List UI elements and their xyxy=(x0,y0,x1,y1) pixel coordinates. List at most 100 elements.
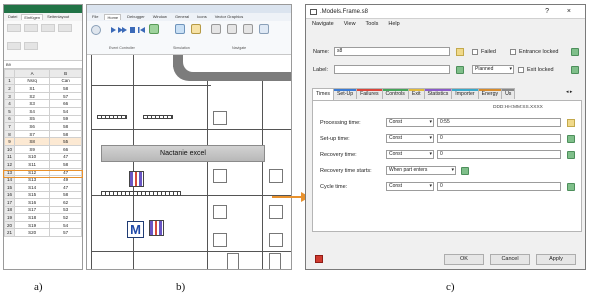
tab-home[interactable]: Home xyxy=(104,14,122,20)
cell[interactable]: 47 xyxy=(49,152,82,162)
row-number[interactable]: 10 xyxy=(4,144,15,154)
station[interactable] xyxy=(213,111,227,125)
station[interactable] xyxy=(269,233,283,247)
cell[interactable]: 58 xyxy=(49,84,82,93)
model-icon[interactable] xyxy=(175,24,185,34)
open-origin-icon[interactable] xyxy=(227,24,237,34)
cell[interactable]: S10 xyxy=(13,152,51,162)
failed-inherit-icon[interactable] xyxy=(571,48,579,56)
station[interactable] xyxy=(213,169,227,183)
tab-energy[interactable]: Energy xyxy=(477,88,503,99)
font-button[interactable] xyxy=(24,24,38,32)
station[interactable] xyxy=(269,205,283,219)
entrance-locked-checkbox[interactable] xyxy=(510,49,516,55)
inherit-icon[interactable] xyxy=(567,134,575,143)
cell[interactable]: 57 xyxy=(49,228,82,238)
edit-icon[interactable] xyxy=(567,118,575,127)
row-number[interactable]: 2 xyxy=(4,84,15,93)
station[interactable] xyxy=(269,169,283,183)
ok-button[interactable]: OK xyxy=(444,254,484,265)
station[interactable] xyxy=(213,233,227,247)
cell[interactable]: 58 xyxy=(49,160,82,169)
cell[interactable]: S5 xyxy=(13,114,51,124)
cell[interactable]: 58 xyxy=(49,122,82,131)
cell[interactable]: 66 xyxy=(49,99,82,108)
tab-times[interactable]: Times xyxy=(312,88,334,100)
conveyor[interactable] xyxy=(97,115,127,119)
tab-file[interactable]: File xyxy=(90,14,100,20)
align-button[interactable] xyxy=(58,24,72,32)
cell[interactable]: 66 xyxy=(49,144,82,154)
cell[interactable]: S18 xyxy=(13,213,51,222)
tab-debugger[interactable]: Debugger xyxy=(125,14,147,20)
time-value-field[interactable]: 0 xyxy=(437,134,561,143)
row-number[interactable]: 5 xyxy=(4,106,15,116)
name-box[interactable]: B9 xyxy=(4,61,82,69)
tab-vector-graphics[interactable]: Vector Graphics xyxy=(213,14,245,20)
tab-failures[interactable]: Failures xyxy=(356,88,383,99)
cell[interactable]: S15 xyxy=(13,190,51,200)
time-type-dropdown[interactable]: Const ▾ xyxy=(386,150,434,159)
column-header-a[interactable]: A xyxy=(13,69,51,78)
label-inherit-icon[interactable] xyxy=(456,66,464,74)
row-number[interactable]: 6 xyxy=(4,114,15,124)
cell[interactable]: S3 xyxy=(13,99,51,108)
open-2d-icon[interactable] xyxy=(243,24,253,34)
reset-icon[interactable] xyxy=(149,24,159,34)
format-button[interactable] xyxy=(7,42,21,50)
excel-tab-layout[interactable]: Seitenlayout xyxy=(45,14,71,20)
cell[interactable]: S7 xyxy=(13,129,51,139)
row-number[interactable]: 7 xyxy=(4,122,15,131)
time-type-dropdown[interactable]: Const ▾ xyxy=(386,182,434,191)
corner-cell[interactable] xyxy=(4,69,15,78)
row-number[interactable]: 17 xyxy=(4,198,15,207)
label-field[interactable] xyxy=(334,65,450,74)
row-number[interactable]: 12 xyxy=(4,160,15,169)
name-browse-icon[interactable] xyxy=(456,48,464,56)
row-number[interactable]: 18 xyxy=(4,205,15,215)
menu-view[interactable]: View xyxy=(344,21,356,27)
station[interactable] xyxy=(269,253,281,269)
tab-exit[interactable]: Exit xyxy=(407,88,425,99)
table-file-icon[interactable] xyxy=(129,171,144,187)
cell[interactable]: 59 xyxy=(49,114,82,124)
stop-icon[interactable] xyxy=(315,255,323,263)
conveyor[interactable] xyxy=(101,191,181,196)
styles-button[interactable] xyxy=(24,42,38,50)
cell[interactable]: S19 xyxy=(13,220,51,230)
cell[interactable]: S4 xyxy=(13,106,51,116)
time-value-field[interactable]: 0:55 xyxy=(437,118,561,127)
method-label[interactable]: Nactanie excel xyxy=(101,145,265,162)
tab-set-up[interactable]: Set-Up xyxy=(332,88,358,99)
time-value-field[interactable]: 0 xyxy=(437,150,561,159)
cell[interactable]: Can xyxy=(49,76,82,86)
cell[interactable]: S2 xyxy=(13,91,51,101)
inherit-icon[interactable] xyxy=(461,166,469,175)
cell[interactable]: S9 xyxy=(13,144,51,154)
open-3d-icon[interactable] xyxy=(259,24,269,34)
time-type-dropdown[interactable]: Const ▾ xyxy=(386,118,434,127)
failed-checkbox[interactable] xyxy=(472,49,478,55)
cell[interactable]: S8 xyxy=(13,137,51,146)
exit-locked-checkbox[interactable] xyxy=(518,67,524,73)
name-field[interactable]: s8 xyxy=(334,47,450,56)
station[interactable] xyxy=(213,205,227,219)
cell[interactable]: Nsrq xyxy=(13,76,51,86)
row-number[interactable]: 20 xyxy=(4,220,15,230)
inherit-icon[interactable] xyxy=(567,150,575,159)
bold-button[interactable] xyxy=(41,24,55,32)
cell[interactable]: 62 xyxy=(49,198,82,207)
planned-dropdown[interactable]: Planned ▾ xyxy=(472,65,514,74)
tab-scroll-arrows[interactable]: ◂ ▸ xyxy=(566,89,572,95)
row-number[interactable]: 8 xyxy=(4,129,15,139)
row-number[interactable]: 4 xyxy=(4,99,15,108)
cell[interactable]: S14 xyxy=(13,182,51,192)
tab-general[interactable]: General xyxy=(173,14,191,20)
tab-us[interactable]: Us xyxy=(501,88,516,99)
cell[interactable]: 54 xyxy=(49,220,82,230)
exit-locked-inherit-icon[interactable] xyxy=(571,66,579,74)
menu-navigate[interactable]: Navigate xyxy=(312,21,334,27)
tab-importer[interactable]: Importer xyxy=(451,88,479,99)
tab-statistics[interactable]: Statistics xyxy=(423,88,453,99)
row-number[interactable]: 19 xyxy=(4,213,15,222)
